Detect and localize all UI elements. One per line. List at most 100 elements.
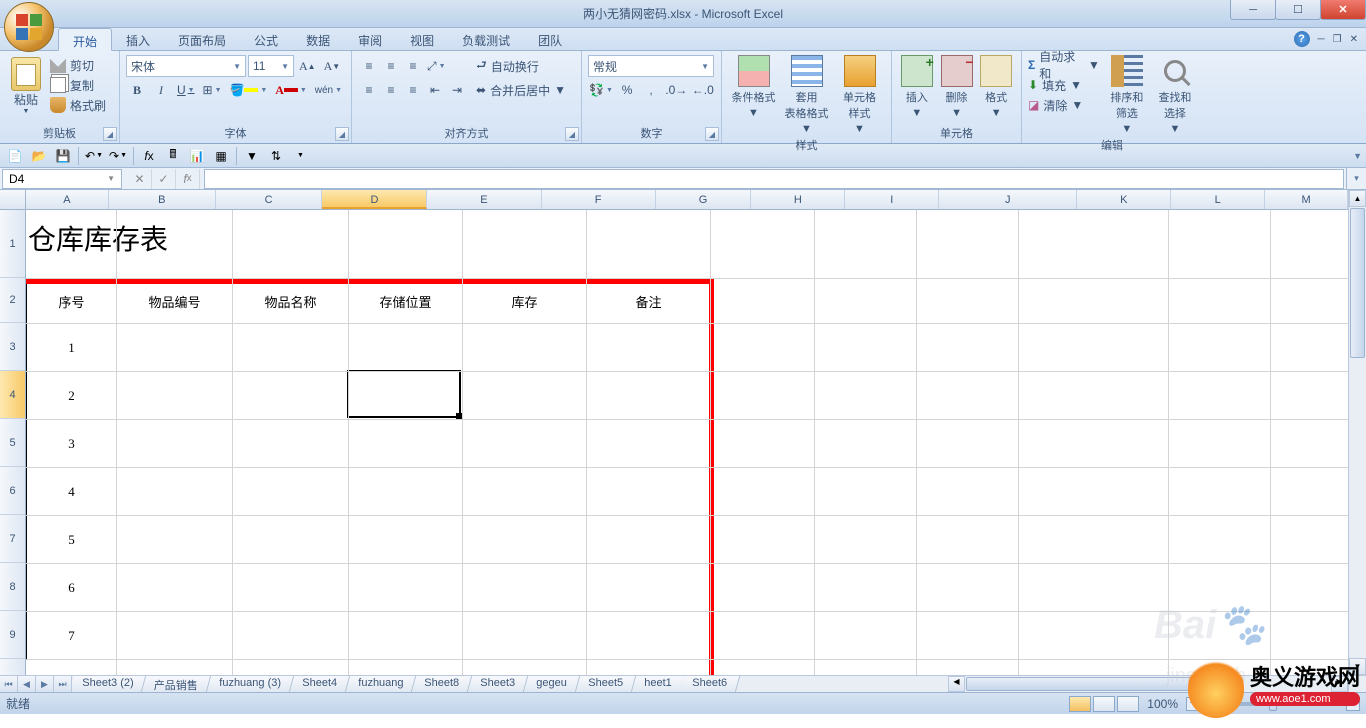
copy-button[interactable]: 复制 xyxy=(50,75,106,95)
sheet-tab-7[interactable]: gegeu xyxy=(524,676,580,692)
align-right-button[interactable]: ≡ xyxy=(402,79,424,101)
qat-save[interactable]: 💾 xyxy=(52,146,74,166)
border-button[interactable]: ⊞▼ xyxy=(200,79,225,101)
qat-filter[interactable]: ▼ xyxy=(241,146,263,166)
sheet-nav-first[interactable]: ⏮ xyxy=(0,676,18,692)
qat-undo[interactable]: ↶▼ xyxy=(83,146,105,166)
format-painter-button[interactable]: 格式刷 xyxy=(50,95,106,115)
align-top-button[interactable]: ≡ xyxy=(358,55,380,77)
qat-new[interactable]: 📄 xyxy=(4,146,26,166)
col-header-K[interactable]: K xyxy=(1077,190,1171,209)
orientation-button[interactable]: ⤢▼ xyxy=(424,55,449,77)
name-box[interactable]: D4▼ xyxy=(2,169,122,189)
underline-button[interactable]: U▼ xyxy=(174,79,198,101)
doc-minimize[interactable]: ─ xyxy=(1318,34,1325,45)
bold-button[interactable]: B xyxy=(126,79,148,101)
sheet-tab-2[interactable]: fuzhuang (3) xyxy=(207,676,294,692)
sheet-nav-prev[interactable]: ◀ xyxy=(18,676,36,692)
qat-customize[interactable]: ▼ xyxy=(289,146,311,166)
clipboard-dialog-launcher[interactable]: ◢ xyxy=(103,127,117,141)
sheet-tab-9[interactable]: heet1 xyxy=(631,676,684,692)
number-format-dropdown[interactable]: 常规▼ xyxy=(588,55,714,77)
row-header-3[interactable]: 3 xyxy=(0,323,25,371)
col-header-M[interactable]: M xyxy=(1265,190,1348,209)
increase-indent-button[interactable]: ⇥ xyxy=(446,79,468,101)
col-header-D[interactable]: D xyxy=(322,190,427,209)
zoom-level[interactable]: 100% xyxy=(1147,697,1178,711)
row-header-8[interactable]: 8 xyxy=(0,563,25,611)
tab-loadtest[interactable]: 负载测试 xyxy=(448,28,524,50)
autosum-button[interactable]: Σ自动求和▼ xyxy=(1028,55,1100,75)
row-header-9[interactable]: 9 xyxy=(0,611,25,659)
sort-filter-button[interactable]: 排序和 筛选▼ xyxy=(1106,55,1148,135)
delete-cells-button[interactable]: 删除▼ xyxy=(938,55,976,119)
row-header-2[interactable]: 2 xyxy=(0,278,25,323)
view-normal-button[interactable] xyxy=(1069,696,1091,712)
align-middle-button[interactable]: ≡ xyxy=(380,55,402,77)
font-size-dropdown[interactable]: 11▼ xyxy=(248,55,294,77)
maximize-button[interactable] xyxy=(1275,0,1321,20)
sheet-tab-0[interactable]: Sheet3 (2) xyxy=(72,676,147,692)
sheet-tab-5[interactable]: Sheet8 xyxy=(412,676,472,692)
doc-restore[interactable]: ❐ xyxy=(1333,34,1342,45)
phonetic-button[interactable]: wén▼ xyxy=(312,79,345,101)
fill-color-button[interactable]: 🪣▼ xyxy=(227,79,271,101)
paste-button[interactable]: 粘贴 ▼ xyxy=(6,53,46,115)
comma-button[interactable]: , xyxy=(640,79,662,101)
row-header-5[interactable]: 5 xyxy=(0,419,25,467)
merge-center-button[interactable]: ⬌合并后居中▼ xyxy=(474,79,568,101)
decrease-indent-button[interactable]: ⇤ xyxy=(424,79,446,101)
insert-function-button[interactable]: fx xyxy=(176,169,200,189)
row-header-6[interactable]: 6 xyxy=(0,467,25,515)
format-cells-button[interactable]: 格式▼ xyxy=(977,55,1015,119)
formula-input[interactable] xyxy=(204,169,1344,189)
office-button[interactable] xyxy=(4,2,54,52)
align-bottom-button[interactable]: ≡ xyxy=(402,55,424,77)
select-all-corner[interactable] xyxy=(0,190,26,210)
font-color-button[interactable]: A▼ xyxy=(272,79,310,101)
sheet-nav-next[interactable]: ▶ xyxy=(36,676,54,692)
sheet-tab-6[interactable]: Sheet3 xyxy=(468,676,528,692)
row-header-7[interactable]: 7 xyxy=(0,515,25,563)
col-header-B[interactable]: B xyxy=(109,190,216,209)
fill-button[interactable]: ⬇填充▼ xyxy=(1028,75,1100,95)
tab-team[interactable]: 团队 xyxy=(524,28,576,50)
sheet-tab-1[interactable]: 产品销售 xyxy=(142,676,211,692)
view-pagebreak-button[interactable] xyxy=(1117,696,1139,712)
col-header-F[interactable]: F xyxy=(542,190,656,209)
col-header-H[interactable]: H xyxy=(751,190,845,209)
insert-cells-button[interactable]: 插入▼ xyxy=(898,55,936,119)
qat-open[interactable]: 📂 xyxy=(28,146,50,166)
font-name-dropdown[interactable]: 宋体▼ xyxy=(126,55,246,77)
grow-font-button[interactable]: A▲ xyxy=(296,55,319,77)
qat-function[interactable]: fx xyxy=(138,146,160,166)
conditional-format-button[interactable]: 条件格式▼ xyxy=(728,55,779,135)
col-header-C[interactable]: C xyxy=(216,190,323,209)
tab-formulas[interactable]: 公式 xyxy=(240,28,292,50)
qat-calc[interactable]: 🖩 xyxy=(162,146,184,166)
increase-decimal-button[interactable]: .0→ xyxy=(664,79,688,101)
font-dialog-launcher[interactable]: ◢ xyxy=(335,127,349,141)
doc-close[interactable]: ✕ xyxy=(1350,34,1358,45)
col-header-J[interactable]: J xyxy=(939,190,1077,209)
minimize-button[interactable] xyxy=(1230,0,1276,20)
tab-view[interactable]: 视图 xyxy=(396,28,448,50)
col-header-E[interactable]: E xyxy=(427,190,541,209)
close-button[interactable] xyxy=(1320,0,1366,20)
row-header-4[interactable]: 4 xyxy=(0,371,25,419)
sheet-tab-3[interactable]: Sheet4 xyxy=(290,676,350,692)
decrease-decimal-button[interactable]: ←.0 xyxy=(691,79,715,101)
col-header-I[interactable]: I xyxy=(845,190,939,209)
italic-button[interactable]: I xyxy=(150,79,172,101)
format-as-table-button[interactable]: 套用 表格格式▼ xyxy=(781,55,832,135)
cut-button[interactable]: 剪切 xyxy=(50,55,106,75)
view-pagelayout-button[interactable] xyxy=(1093,696,1115,712)
tab-data[interactable]: 数据 xyxy=(292,28,344,50)
tab-home[interactable]: 开始 xyxy=(58,28,112,51)
cancel-formula-button[interactable]: ✕ xyxy=(128,169,152,189)
qat-chart[interactable]: 📊 xyxy=(186,146,208,166)
sheet-tab-10[interactable]: Sheet6 xyxy=(680,676,740,692)
tab-review[interactable]: 审阅 xyxy=(344,28,396,50)
clear-button[interactable]: ◪清除▼ xyxy=(1028,95,1100,115)
shrink-font-button[interactable]: A▼ xyxy=(321,55,344,77)
